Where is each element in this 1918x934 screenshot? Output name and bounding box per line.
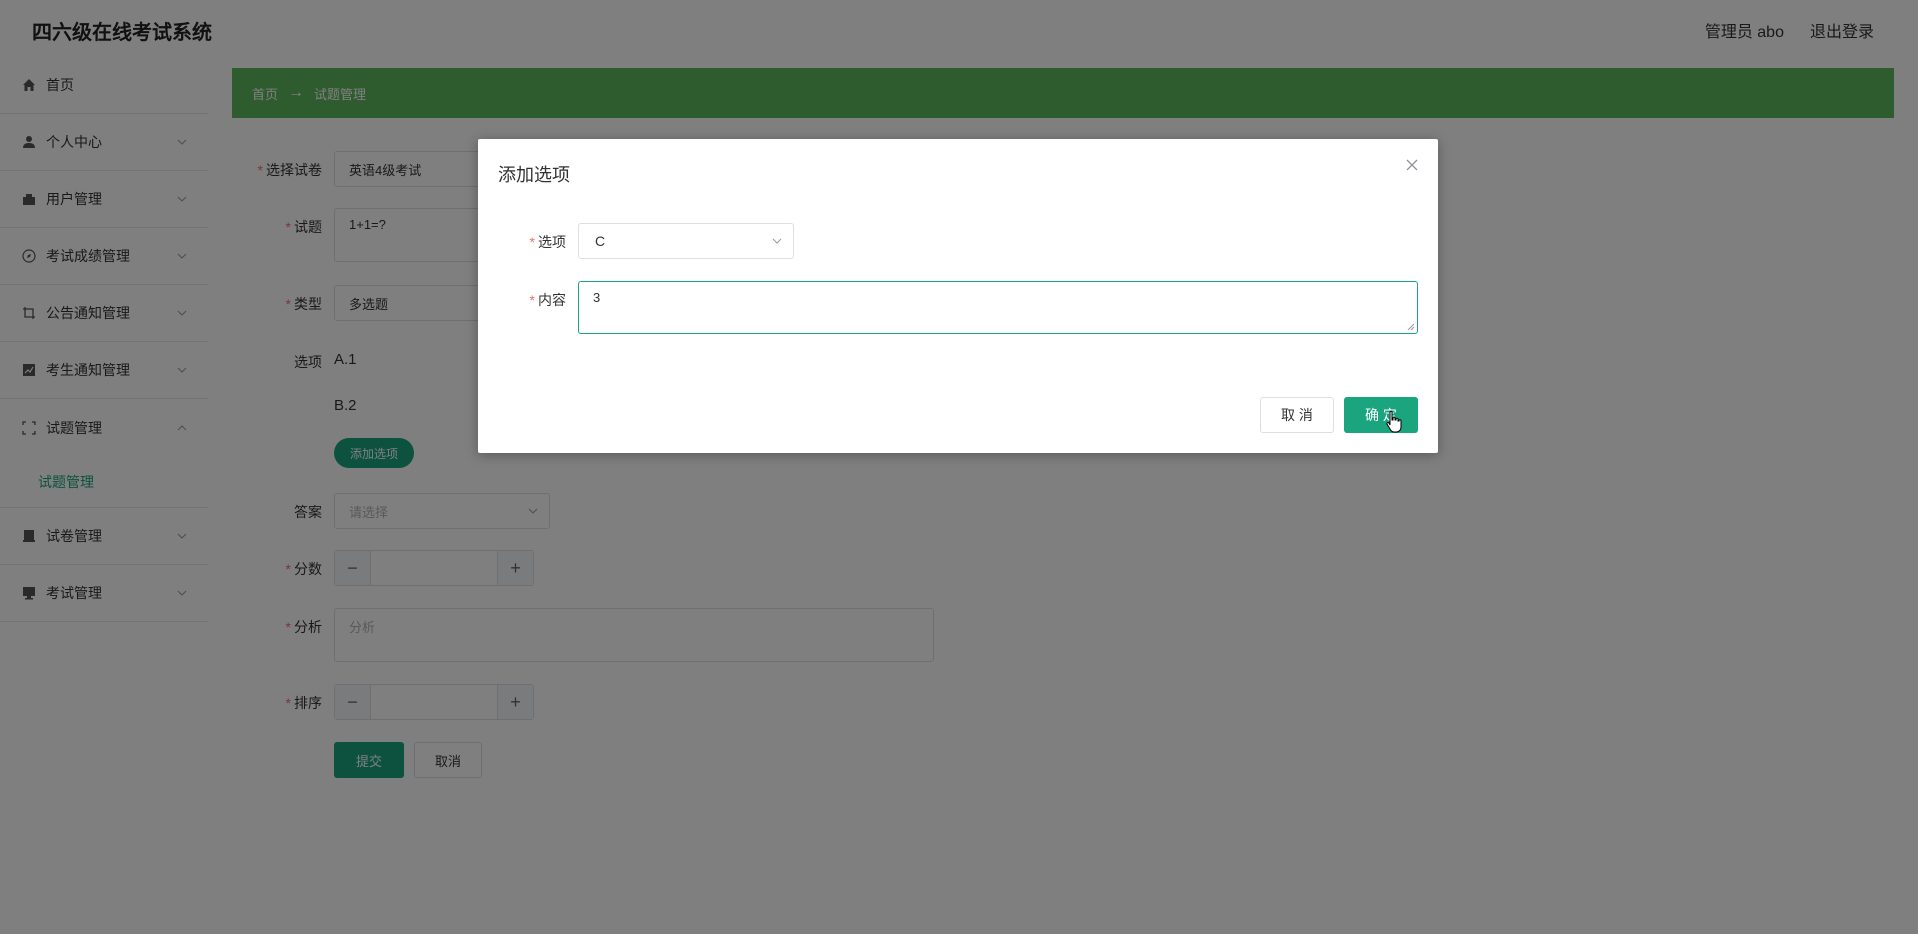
- option-content-textarea[interactable]: 3: [578, 281, 1418, 334]
- dialog-content-label: * 内容: [529, 292, 566, 308]
- close-icon[interactable]: [1404, 157, 1420, 173]
- chevron-down-icon: [772, 238, 782, 244]
- option-letter-select[interactable]: C: [578, 223, 794, 259]
- hand-cursor-icon: [1386, 410, 1402, 433]
- dialog-cancel-button[interactable]: 取 消: [1260, 397, 1334, 433]
- resize-grip-icon[interactable]: [1407, 323, 1415, 331]
- add-option-dialog: 添加选项 * 选项 C * 内容 3 取 消 确 定: [478, 139, 1438, 453]
- dialog-option-label: * 选项: [529, 234, 566, 250]
- dialog-confirm-button[interactable]: 确 定: [1344, 397, 1418, 433]
- dialog-title: 添加选项: [498, 165, 570, 185]
